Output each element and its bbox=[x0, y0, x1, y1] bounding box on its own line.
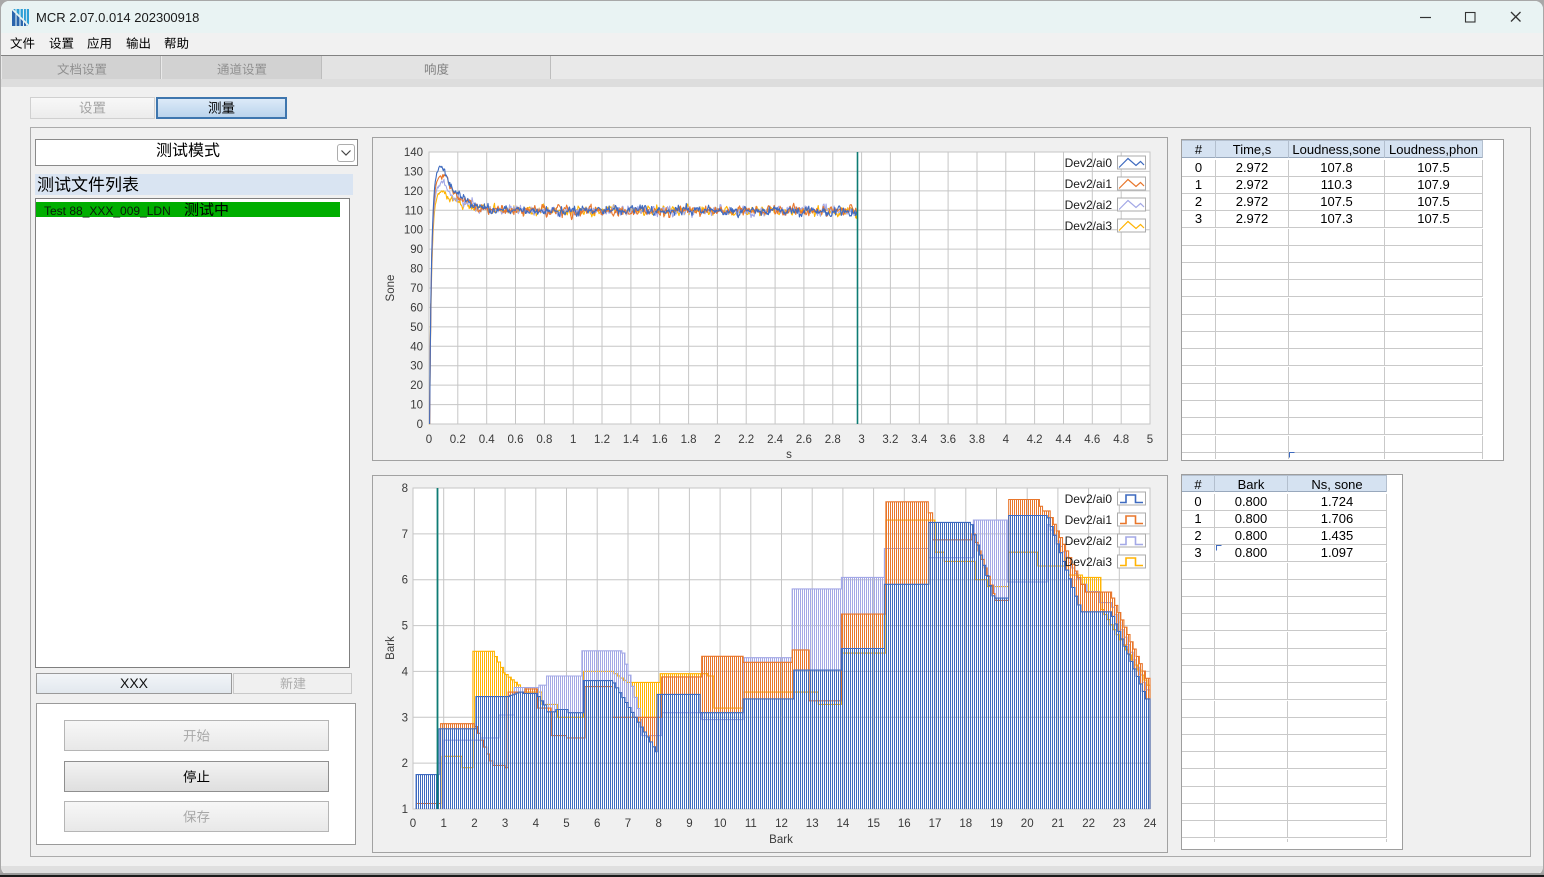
svg-text:5: 5 bbox=[563, 818, 569, 830]
svg-text:20: 20 bbox=[410, 380, 423, 392]
svg-text:50: 50 bbox=[410, 322, 423, 334]
svg-text:0: 0 bbox=[410, 818, 416, 830]
svg-text:19: 19 bbox=[990, 818, 1003, 830]
svg-text:4.4: 4.4 bbox=[1056, 434, 1073, 446]
svg-text:10: 10 bbox=[410, 400, 423, 412]
svg-text:Sone: Sone bbox=[385, 275, 397, 302]
svg-text:60: 60 bbox=[410, 302, 423, 314]
svg-text:Bark: Bark bbox=[385, 636, 397, 660]
svg-text:s: s bbox=[786, 449, 792, 461]
svg-text:70: 70 bbox=[410, 283, 423, 295]
svg-text:120: 120 bbox=[404, 186, 423, 198]
svg-text:0.8: 0.8 bbox=[536, 434, 552, 446]
svg-text:0: 0 bbox=[426, 434, 432, 446]
svg-text:16: 16 bbox=[898, 818, 911, 830]
svg-text:Bark: Bark bbox=[769, 834, 793, 846]
svg-text:12: 12 bbox=[775, 818, 788, 830]
svg-text:4: 4 bbox=[402, 666, 409, 678]
svg-text:10: 10 bbox=[714, 818, 727, 830]
svg-text:140: 140 bbox=[404, 147, 423, 159]
svg-text:2: 2 bbox=[402, 758, 408, 770]
svg-text:9: 9 bbox=[686, 818, 692, 830]
svg-text:3: 3 bbox=[858, 434, 864, 446]
svg-text:8: 8 bbox=[402, 483, 408, 495]
svg-text:1: 1 bbox=[440, 818, 446, 830]
svg-text:24: 24 bbox=[1144, 818, 1157, 830]
svg-text:Dev2/ai1: Dev2/ai1 bbox=[1065, 513, 1113, 527]
svg-text:3.8: 3.8 bbox=[969, 434, 985, 446]
svg-text:22: 22 bbox=[1082, 818, 1095, 830]
svg-text:0.6: 0.6 bbox=[508, 434, 524, 446]
svg-text:Dev2/ai2: Dev2/ai2 bbox=[1065, 534, 1113, 548]
svg-text:Dev2/ai3: Dev2/ai3 bbox=[1065, 555, 1113, 569]
svg-text:2.4: 2.4 bbox=[767, 434, 784, 446]
svg-text:Dev2/ai3: Dev2/ai3 bbox=[1065, 219, 1113, 233]
svg-text:18: 18 bbox=[959, 818, 972, 830]
svg-text:7: 7 bbox=[625, 818, 631, 830]
svg-text:15: 15 bbox=[867, 818, 880, 830]
svg-text:1.8: 1.8 bbox=[681, 434, 697, 446]
svg-text:1.4: 1.4 bbox=[623, 434, 640, 446]
svg-text:Dev2/ai1: Dev2/ai1 bbox=[1065, 177, 1113, 191]
svg-text:Dev2/ai0: Dev2/ai0 bbox=[1065, 156, 1113, 170]
svg-text:0.2: 0.2 bbox=[450, 434, 466, 446]
svg-text:0.4: 0.4 bbox=[479, 434, 496, 446]
svg-text:14: 14 bbox=[837, 818, 850, 830]
svg-text:100: 100 bbox=[404, 225, 423, 237]
svg-text:21: 21 bbox=[1052, 818, 1065, 830]
svg-text:1: 1 bbox=[402, 804, 408, 816]
svg-text:5: 5 bbox=[402, 621, 408, 633]
svg-text:13: 13 bbox=[806, 818, 819, 830]
svg-text:4.2: 4.2 bbox=[1027, 434, 1043, 446]
svg-text:90: 90 bbox=[410, 244, 423, 256]
svg-text:Dev2/ai2: Dev2/ai2 bbox=[1065, 198, 1113, 212]
svg-text:4.8: 4.8 bbox=[1113, 434, 1129, 446]
svg-text:30: 30 bbox=[410, 361, 423, 373]
svg-text:Dev2/ai0: Dev2/ai0 bbox=[1065, 492, 1113, 506]
svg-text:4: 4 bbox=[1003, 434, 1010, 446]
svg-text:3.6: 3.6 bbox=[940, 434, 956, 446]
svg-text:2.8: 2.8 bbox=[825, 434, 841, 446]
svg-text:2: 2 bbox=[714, 434, 720, 446]
svg-text:2.6: 2.6 bbox=[796, 434, 812, 446]
svg-text:1.2: 1.2 bbox=[594, 434, 610, 446]
svg-text:3: 3 bbox=[402, 712, 408, 724]
svg-text:17: 17 bbox=[929, 818, 942, 830]
svg-text:80: 80 bbox=[410, 264, 423, 276]
svg-text:110: 110 bbox=[405, 205, 423, 217]
svg-text:20: 20 bbox=[1021, 818, 1034, 830]
svg-text:2.2: 2.2 bbox=[738, 434, 754, 446]
svg-text:2: 2 bbox=[471, 818, 477, 830]
svg-text:4.6: 4.6 bbox=[1084, 434, 1100, 446]
svg-text:40: 40 bbox=[410, 341, 423, 353]
svg-text:6: 6 bbox=[402, 575, 408, 587]
svg-text:23: 23 bbox=[1113, 818, 1126, 830]
svg-text:3.4: 3.4 bbox=[911, 434, 928, 446]
svg-text:1.6: 1.6 bbox=[652, 434, 668, 446]
svg-text:6: 6 bbox=[594, 818, 600, 830]
svg-text:3.2: 3.2 bbox=[882, 434, 898, 446]
svg-text:3: 3 bbox=[502, 818, 508, 830]
svg-text:4: 4 bbox=[533, 818, 540, 830]
svg-text:8: 8 bbox=[655, 818, 661, 830]
svg-text:1: 1 bbox=[570, 434, 576, 446]
svg-text:0: 0 bbox=[417, 419, 423, 431]
svg-text:5: 5 bbox=[1147, 434, 1153, 446]
svg-text:11: 11 bbox=[745, 818, 757, 830]
svg-text:7: 7 bbox=[402, 529, 408, 541]
svg-text:130: 130 bbox=[404, 166, 423, 178]
